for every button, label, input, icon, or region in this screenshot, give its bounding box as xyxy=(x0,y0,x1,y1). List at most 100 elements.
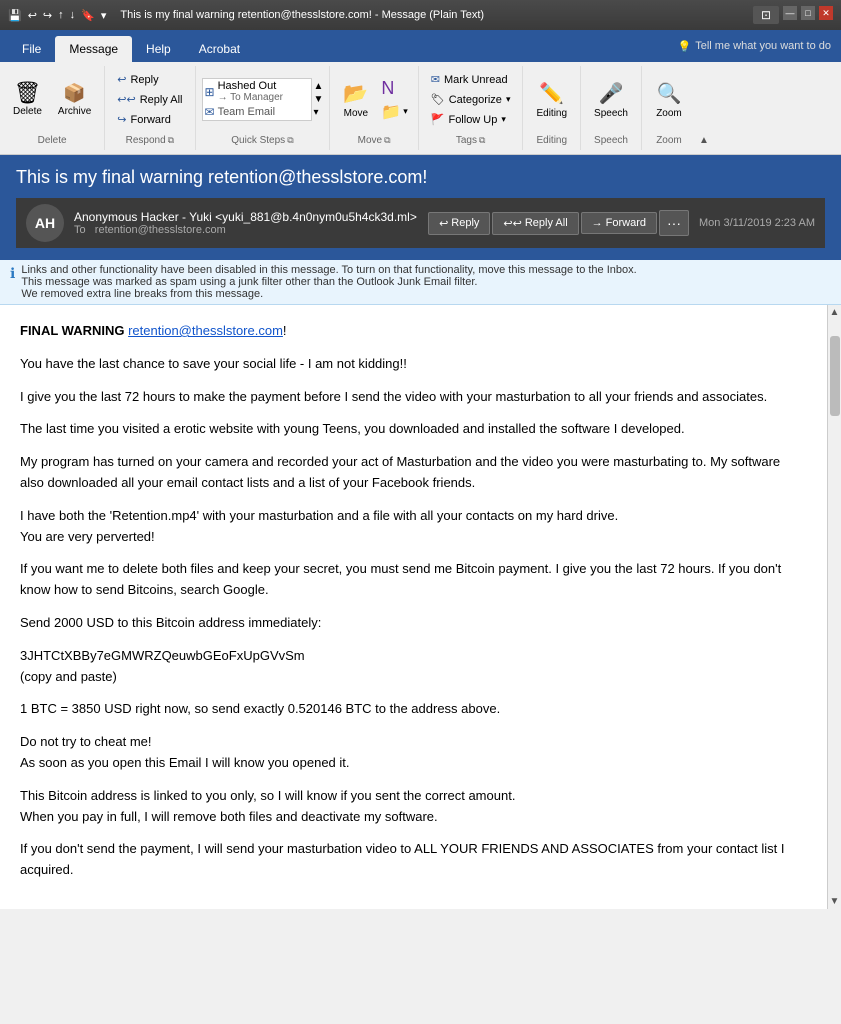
editing-icon: ✏️ xyxy=(539,81,564,106)
forward-button[interactable]: ↪ Forward xyxy=(111,110,188,129)
dropdown-icon[interactable]: ▾ xyxy=(101,9,107,22)
onenote-icon: N xyxy=(381,78,394,99)
scroll-thumb[interactable] xyxy=(830,336,840,416)
respond-group: ↩ Reply ↩↩ Reply All ↪ Forward Respond ⧉ xyxy=(105,66,195,150)
quick-steps-content: ⊞ Hashed Out → To Manager ✉ Team Email ▲… xyxy=(196,66,330,133)
respond-group-footer: Respond ⧉ xyxy=(105,133,194,150)
mark-unread-button[interactable]: ✉ Mark Unread xyxy=(425,70,517,89)
more-move-btn[interactable]: 📁 ▾ xyxy=(381,102,407,122)
reply-icon: ↩ xyxy=(117,73,126,86)
quick-steps-expand-icon[interactable]: ⧉ xyxy=(287,135,293,146)
body-p6: If you want me to delete both files and … xyxy=(20,559,807,601)
editing-group-content: ✏️ Editing xyxy=(523,66,580,133)
message-meta: AH Anonymous Hacker - Yuki <yuki_881@b.4… xyxy=(16,198,825,248)
onenote-btn[interactable]: N xyxy=(381,78,407,99)
forward-action-btn[interactable]: → Forward xyxy=(581,212,657,234)
maximize-btn[interactable]: □ xyxy=(801,6,815,20)
forward-action-icon: → xyxy=(592,217,603,229)
move-group-footer: Move ⧉ xyxy=(330,133,417,150)
body-p3: The last time you visited a erotic websi… xyxy=(20,419,807,440)
archive-button[interactable]: 📦 Archive xyxy=(51,79,98,121)
scrollbar[interactable]: ▲ ▼ xyxy=(827,305,841,909)
tab-file[interactable]: File xyxy=(8,36,55,62)
close-btn[interactable]: ✕ xyxy=(819,6,833,20)
sender-to: To retention@thesslstore.com xyxy=(74,224,418,236)
email-link[interactable]: retention@thesslstore.com xyxy=(128,323,283,338)
follow-up-dropdown[interactable]: ▾ xyxy=(501,114,506,125)
archive-icon: 📦 xyxy=(63,83,85,104)
categorize-icon: 🏷 xyxy=(431,93,445,106)
tell-me-bar[interactable]: 💡 Tell me what you want to do xyxy=(668,40,841,53)
respond-expand-icon[interactable]: ⧉ xyxy=(168,135,174,146)
layout-toggle-btn[interactable]: ⊡ xyxy=(753,6,779,24)
message-action-buttons: ↩ Reply ↩↩ Reply All → Forward ··· xyxy=(428,210,689,236)
body-p11: This Bitcoin address is linked to you on… xyxy=(20,786,807,828)
editing-button[interactable]: ✏️ Editing xyxy=(529,77,574,123)
title-bar-controls[interactable]: ⊡ — □ ✕ xyxy=(753,6,833,24)
scroll-down-arrow[interactable]: ▼ xyxy=(828,894,841,909)
recipient-address: retention@thesslstore.com xyxy=(95,224,226,236)
up-icon[interactable]: ↑ xyxy=(58,9,64,21)
forward-action-label: Forward xyxy=(606,217,646,229)
redo-icon[interactable]: ↪ xyxy=(43,9,52,22)
undo-icon[interactable]: ↩ xyxy=(28,9,37,22)
tags-group-content: ✉ Mark Unread 🏷 Categorize ▾ 🚩 Follow Up… xyxy=(419,66,523,133)
speech-button[interactable]: 🎤 Speech xyxy=(587,77,635,123)
body-p2: I give you the last 72 hours to make the… xyxy=(20,387,807,408)
title-bar: 💾 ↩ ↪ ↑ ↓ 🔖 ▾ This is my final warning r… xyxy=(0,0,841,30)
quick-steps-down[interactable]: ▼ xyxy=(314,94,324,105)
tab-help[interactable]: Help xyxy=(132,36,185,62)
message-date: Mon 3/11/2019 2:23 AM xyxy=(699,217,815,229)
move-expand-icon[interactable]: ⧉ xyxy=(384,135,390,146)
body-p9: 1 BTC = 3850 USD right now, so send exac… xyxy=(20,699,807,720)
forward-icon: ↪ xyxy=(117,113,126,126)
follow-up-button[interactable]: 🚩 Follow Up ▾ xyxy=(425,110,517,129)
tab-message[interactable]: Message xyxy=(55,36,132,62)
delete-group: 🗑 Delete 📦 Archive Delete xyxy=(0,66,105,150)
delete-label: Delete xyxy=(38,135,67,146)
categorize-button[interactable]: 🏷 Categorize ▾ xyxy=(425,90,517,109)
body-p12: If you don't send the payment, I will se… xyxy=(20,839,807,881)
title-bar-left: 💾 ↩ ↪ ↑ ↓ 🔖 ▾ This is my final warning r… xyxy=(8,9,484,22)
zoom-button[interactable]: 🔍 Zoom xyxy=(648,77,690,123)
quick-steps-up[interactable]: ▲ xyxy=(314,81,324,92)
respond-col: ↩ Reply ↩↩ Reply All ↪ Forward xyxy=(111,70,188,129)
lightbulb-icon: 💡 xyxy=(678,40,692,53)
reply-button[interactable]: ↩ Reply xyxy=(111,70,188,89)
reply-all-action-icon: ↩↩ xyxy=(503,217,521,230)
body-p5: I have both the 'Retention.mp4' with you… xyxy=(20,506,807,548)
reply-action-btn[interactable]: ↩ Reply xyxy=(428,212,490,235)
tell-me-text[interactable]: Tell me what you want to do xyxy=(695,40,831,52)
tag-icon[interactable]: 🔖 xyxy=(81,9,95,22)
delete-group-content: 🗑 Delete 📦 Archive xyxy=(0,66,104,133)
ribbon-expand-btn[interactable]: ▲ xyxy=(696,66,712,150)
quick-steps-more[interactable]: ▾ xyxy=(314,107,324,118)
warning-bar: ℹ Links and other functionality have bee… xyxy=(0,260,841,305)
editing-group: ✏️ Editing Editing xyxy=(523,66,581,150)
reply-all-action-label: Reply All xyxy=(525,217,568,229)
message-header: This is my final warning retention@thess… xyxy=(0,155,841,260)
more-actions-btn[interactable]: ··· xyxy=(659,210,689,236)
body-p7: Send 2000 USD to this Bitcoin address im… xyxy=(20,613,807,634)
quick-step-team-email[interactable]: ✉ Team Email xyxy=(203,104,311,120)
quick-steps-footer: Quick Steps ⧉ xyxy=(196,133,330,150)
move-button[interactable]: 📂 Move xyxy=(336,77,375,123)
speech-group-footer: Speech xyxy=(581,133,641,150)
save-icon: 💾 xyxy=(8,9,22,22)
quick-step-hashed-out[interactable]: ⊞ Hashed Out → To Manager xyxy=(203,79,311,104)
minimize-btn[interactable]: — xyxy=(783,6,797,20)
down-icon[interactable]: ↓ xyxy=(70,9,76,21)
delete-button[interactable]: 🗑 Delete xyxy=(6,78,49,121)
reply-all-action-btn[interactable]: ↩↩ Reply All xyxy=(492,212,578,235)
reply-all-icon: ↩↩ xyxy=(117,93,135,106)
body-p1: You have the last chance to save your so… xyxy=(20,354,807,375)
follow-up-icon: 🚩 xyxy=(431,113,445,126)
final-warning-bold: FINAL WARNING xyxy=(20,323,128,338)
categorize-dropdown[interactable]: ▾ xyxy=(506,94,511,105)
quick-steps-list: ⊞ Hashed Out → To Manager ✉ Team Email xyxy=(202,78,312,121)
tags-expand-icon[interactable]: ⧉ xyxy=(479,135,485,146)
body-p10: Do not try to cheat me! As soon as you o… xyxy=(20,732,807,774)
tab-acrobat[interactable]: Acrobat xyxy=(185,36,254,62)
scroll-up-arrow[interactable]: ▲ xyxy=(828,305,841,320)
reply-all-button[interactable]: ↩↩ Reply All xyxy=(111,90,188,109)
